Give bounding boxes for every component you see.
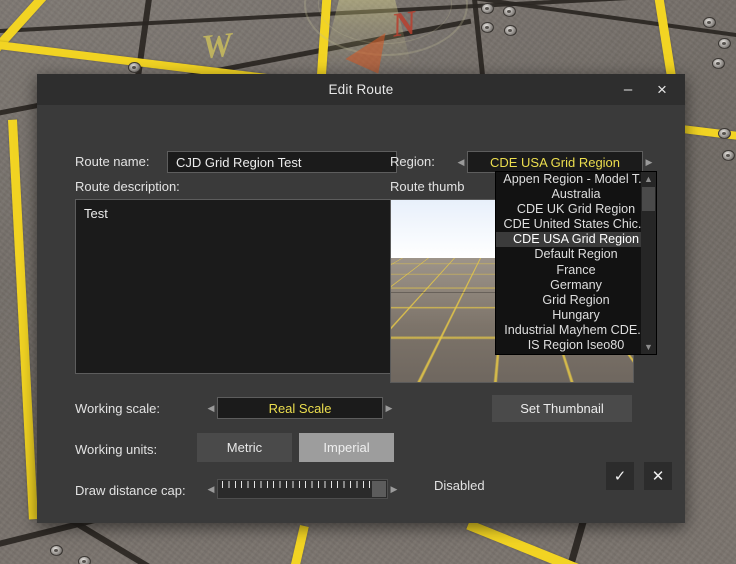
draw-distance-ticks — [222, 481, 383, 488]
ground-bolt — [503, 6, 516, 17]
route-thumbnail-label: Route thumb — [390, 179, 465, 194]
region-option[interactable]: Industrial Mayhem CDE... — [496, 323, 656, 338]
draw-distance-next-icon[interactable]: ▶ — [388, 480, 400, 498]
working-scale-label: Working scale: — [75, 401, 161, 416]
ground-bolt — [78, 556, 91, 564]
draw-distance-prev-icon[interactable]: ◀ — [205, 480, 217, 498]
region-option[interactable]: Germany — [496, 278, 656, 293]
region-list-scrollbar[interactable]: ▲ ▼ — [641, 172, 656, 354]
draw-distance-value: Disabled — [434, 478, 485, 493]
ground-bolt — [50, 545, 63, 556]
region-spinner[interactable]: ◀ CDE USA Grid Region ▶ — [455, 151, 655, 173]
draw-distance-track[interactable] — [217, 479, 388, 499]
close-icon[interactable]: × — [647, 74, 677, 105]
scrollbar-thumb[interactable] — [642, 187, 655, 211]
scroll-down-icon[interactable]: ▼ — [641, 340, 656, 354]
region-option[interactable]: Hungary — [496, 308, 656, 323]
ground-bolt — [722, 150, 735, 161]
working-scale-value[interactable]: Real Scale — [217, 397, 383, 419]
region-prev-icon[interactable]: ◀ — [455, 153, 467, 171]
working-scale-next-icon[interactable]: ▶ — [383, 399, 395, 417]
route-description-label: Route description: — [75, 179, 180, 194]
draw-distance-thumb[interactable] — [372, 481, 386, 497]
region-option[interactable]: IS Region Iseo80 — [496, 338, 656, 353]
edit-route-dialog: Edit Route – × Route name: CJD Grid Regi… — [37, 74, 685, 523]
region-next-icon[interactable]: ▶ — [643, 153, 655, 171]
compass-north-label: N — [389, 4, 420, 45]
region-option-container: Appen Region - Model T... Australia CDE UK… — [496, 172, 656, 353]
route-name-input[interactable]: CJD Grid Region Test — [167, 151, 397, 173]
route-description-input[interactable]: Test — [75, 199, 397, 374]
region-option[interactable]: Appen Region - Model T... — [496, 172, 656, 187]
set-thumbnail-button[interactable]: Set Thumbnail — [492, 395, 632, 422]
region-option[interactable]: Australia — [496, 187, 656, 202]
ground-bolt — [128, 62, 141, 73]
scroll-up-icon[interactable]: ▲ — [641, 172, 656, 186]
unit-metric-button[interactable]: Metric — [197, 433, 292, 462]
working-scale-prev-icon[interactable]: ◀ — [205, 399, 217, 417]
ground-bolt — [504, 25, 517, 36]
ground-bolt — [481, 22, 494, 33]
dialog-titlebar[interactable]: Edit Route – × — [37, 74, 685, 105]
region-value[interactable]: CDE USA Grid Region — [467, 151, 643, 173]
confirm-button[interactable]: ✓ — [606, 462, 634, 490]
ground-bolt — [718, 128, 731, 139]
region-option[interactable]: CDE UK Grid Region — [496, 202, 656, 217]
route-name-label: Route name: — [75, 154, 150, 169]
working-units-label: Working units: — [75, 442, 158, 457]
ground-bolt — [703, 17, 716, 28]
working-scale-spinner[interactable]: ◀ Real Scale ▶ — [205, 397, 395, 419]
region-option[interactable]: CDE USA Grid Region — [496, 232, 656, 248]
ground-bolt — [481, 3, 494, 14]
region-dropdown-list[interactable]: Appen Region - Model T... Australia CDE UK… — [495, 171, 657, 355]
dialog-body: Route name: CJD Grid Region Test Route d… — [37, 105, 685, 523]
region-label: Region: — [390, 154, 435, 169]
cancel-button[interactable]: ✕ — [644, 462, 672, 490]
region-option[interactable]: Grid Region — [496, 293, 656, 308]
region-option[interactable]: Default Region — [496, 247, 656, 262]
region-option[interactable]: France — [496, 263, 656, 278]
draw-distance-label: Draw distance cap: — [75, 483, 186, 498]
compass-west-label: W — [200, 26, 235, 67]
ground-bolt — [712, 58, 725, 69]
minimize-icon[interactable]: – — [613, 74, 643, 105]
ground-bolt — [718, 38, 731, 49]
dialog-title: Edit Route — [328, 82, 394, 97]
unit-imperial-button[interactable]: Imperial — [299, 433, 394, 462]
region-option[interactable]: CDE United States Chic... — [496, 217, 656, 232]
draw-distance-slider[interactable]: ◀ ▶ — [205, 479, 400, 499]
